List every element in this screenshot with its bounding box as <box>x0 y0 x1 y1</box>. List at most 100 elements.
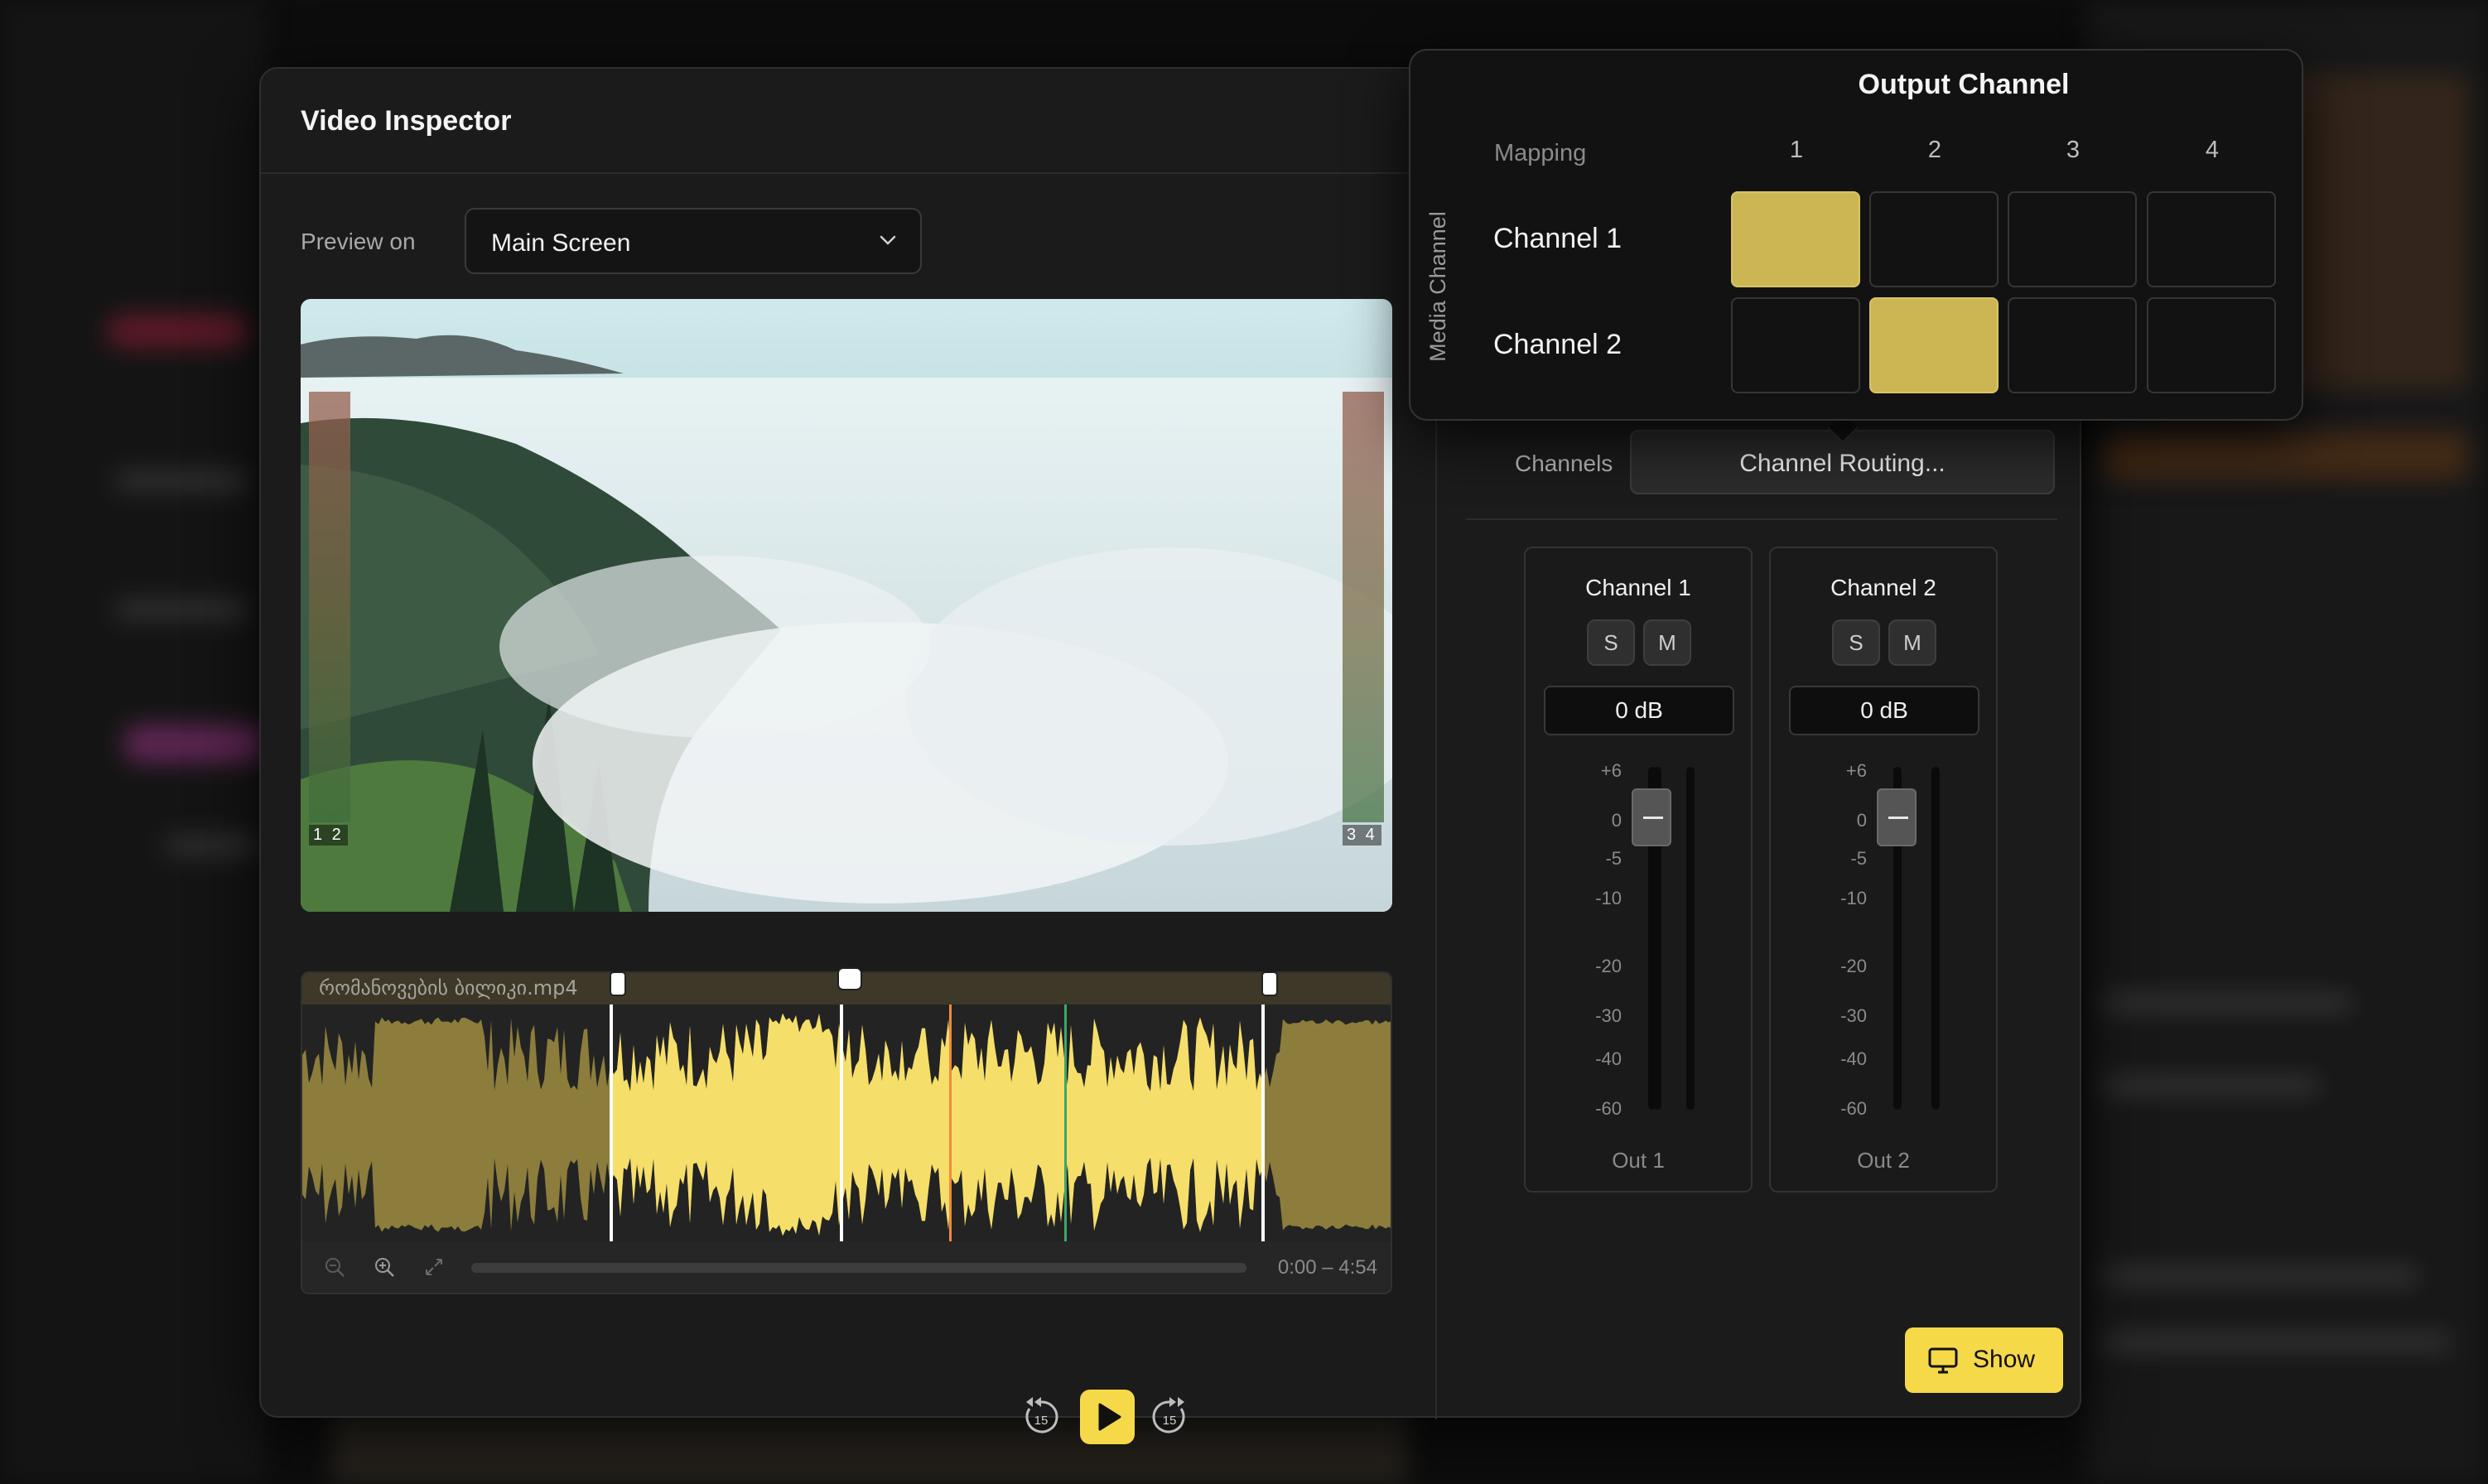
routing-cell-1-4[interactable] <box>2147 191 2276 287</box>
background-tag <box>124 725 265 763</box>
solo-button[interactable]: S <box>1832 619 1880 666</box>
inspector-header: Video Inspector <box>261 69 1435 174</box>
fader-knob[interactable] <box>1877 788 1917 846</box>
preview-screen-value: Main Screen <box>491 229 631 257</box>
channel-strip-title: Channel 1 <box>1585 575 1691 600</box>
scale-label: -20 <box>1595 956 1622 976</box>
background-line <box>2104 1333 2452 1352</box>
play-button[interactable] <box>1080 1390 1135 1444</box>
routing-row-label: Channel 2 <box>1493 329 1623 360</box>
preview-screen-select[interactable]: Main Screen <box>465 208 922 274</box>
output-column-2: 2 <box>1927 137 1942 163</box>
skip-back-15-icon[interactable]: 15 <box>1015 1390 1068 1443</box>
marker-line-green <box>1064 1005 1067 1245</box>
channel-strip-1: Channel 1 S M 0 dB +6 0 -5 -10 -20 -30 -… <box>1524 547 1753 1192</box>
skip-forward-15-icon[interactable]: 15 <box>1143 1390 1196 1443</box>
scale-label: -40 <box>1840 1048 1867 1069</box>
skip-forward-seconds: 15 <box>1163 1414 1177 1428</box>
background-footer <box>331 1408 1408 1484</box>
play-icon <box>1098 1403 1121 1431</box>
scale-label: -60 <box>1595 1098 1622 1119</box>
show-button[interactable]: Show <box>1905 1327 2063 1393</box>
mute-button[interactable]: M <box>1643 619 1691 666</box>
playhead-line <box>840 1005 843 1245</box>
fader-knob[interactable] <box>1632 788 1671 846</box>
routing-cell-1-3[interactable] <box>2008 191 2137 287</box>
scale-label: +6 <box>1600 760 1622 781</box>
scale-label: -10 <box>1840 888 1867 908</box>
timeline-toolbar: 0:00 – 4:54 <box>302 1241 1391 1293</box>
scale-label: -20 <box>1840 956 1867 976</box>
scale-label: -40 <box>1595 1048 1622 1069</box>
mute-button[interactable]: M <box>1888 619 1936 666</box>
panel-separator <box>1466 518 2057 520</box>
background-line <box>2104 994 2352 1012</box>
timeline-scrollbar[interactable] <box>471 1263 1246 1273</box>
routing-cell-2-1[interactable] <box>1731 297 1860 393</box>
timecode-range: 0:00 – 4:54 <box>1277 1256 1377 1279</box>
chevron-down-icon <box>880 235 896 245</box>
audio-meter-right <box>1343 392 1384 822</box>
out-point-handle[interactable] <box>1257 967 1282 1000</box>
routing-cell-2-4[interactable] <box>2147 297 2276 393</box>
waveform[interactable] <box>302 1005 1392 1245</box>
video-frame <box>301 335 1392 912</box>
audio-meter-left <box>309 392 350 822</box>
show-button-label: Show <box>1973 1346 2036 1373</box>
channels-label: Channels <box>1515 450 1613 476</box>
channel-strip-title: Channel 2 <box>1830 575 1936 600</box>
mapping-label: Mapping <box>1494 140 1587 166</box>
expand-icon[interactable] <box>422 1255 446 1279</box>
scale-label: -5 <box>1605 848 1622 869</box>
level-meter <box>1686 767 1695 1110</box>
background-line <box>2104 1077 2319 1095</box>
zoom-in-icon[interactable] <box>372 1255 397 1279</box>
output-label: Out 1 <box>1612 1148 1665 1173</box>
output-column-1: 1 <box>1789 137 1804 163</box>
solo-button[interactable]: S <box>1587 619 1635 666</box>
output-column-4: 4 <box>2205 137 2220 163</box>
routing-cell-2-2[interactable] <box>1869 297 1999 393</box>
zoom-out-icon[interactable] <box>322 1255 347 1279</box>
scale-label: 0 <box>1611 810 1622 831</box>
clip-filename: რომანოვების ბილიკი.mp4 <box>319 976 578 1000</box>
background-line <box>2104 1267 2418 1285</box>
gain-input[interactable]: 0 dB <box>1789 686 1979 735</box>
routing-row-label: Channel 1 <box>1493 223 1623 254</box>
gain-input[interactable]: 0 dB <box>1544 686 1734 735</box>
routing-cell-1-1[interactable] <box>1731 191 1860 287</box>
audio-meter-left-label: 1 2 <box>309 825 348 846</box>
skip-back-seconds: 15 <box>1034 1414 1049 1428</box>
scale-label: -30 <box>1840 1005 1867 1026</box>
scale-label: -30 <box>1595 1005 1622 1026</box>
background-line <box>116 600 248 619</box>
monitor-icon <box>1928 1347 1958 1374</box>
scale-label: 0 <box>1856 810 1867 831</box>
routing-cell-2-3[interactable] <box>2008 297 2137 393</box>
scale-label: -10 <box>1595 888 1622 908</box>
in-point-line <box>610 1005 613 1245</box>
background-bar <box>2104 431 2468 480</box>
background-line <box>116 472 248 490</box>
playhead-handle[interactable] <box>835 965 865 998</box>
scale-label: +6 <box>1845 760 1867 781</box>
output-label: Out 2 <box>1857 1148 1910 1173</box>
channel-routing-label: Channel Routing... <box>1739 450 1946 477</box>
channel-strip-2: Channel 2 S M 0 dB +6 0 -5 -10 -20 -30 -… <box>1769 547 1998 1192</box>
audio-timeline[interactable]: რომანოვების ბილიკი.mp4 0:00 – 4:54 <box>301 971 1392 1294</box>
scale-label: -60 <box>1840 1098 1867 1119</box>
level-meter <box>1931 767 1940 1110</box>
channel-routing-popover: Output Channel Mapping 1 2 3 4 Media Cha… <box>1409 49 2303 421</box>
in-point-handle[interactable] <box>605 967 630 1000</box>
routing-cell-1-2[interactable] <box>1869 191 1999 287</box>
popover-title: Output Channel <box>1858 69 2070 100</box>
preview-on-label: Preview on <box>301 229 416 254</box>
marker-line-orange <box>949 1005 952 1245</box>
background-tag <box>108 315 248 348</box>
video-preview[interactable]: 1 2 3 4 <box>301 299 1392 912</box>
media-channel-axis-label: Media Channel <box>1425 211 1450 362</box>
audio-meter-right-label: 3 4 <box>1343 825 1381 846</box>
scale-label: -5 <box>1850 848 1867 869</box>
output-column-3: 3 <box>2066 137 2081 163</box>
background-line <box>166 836 257 855</box>
